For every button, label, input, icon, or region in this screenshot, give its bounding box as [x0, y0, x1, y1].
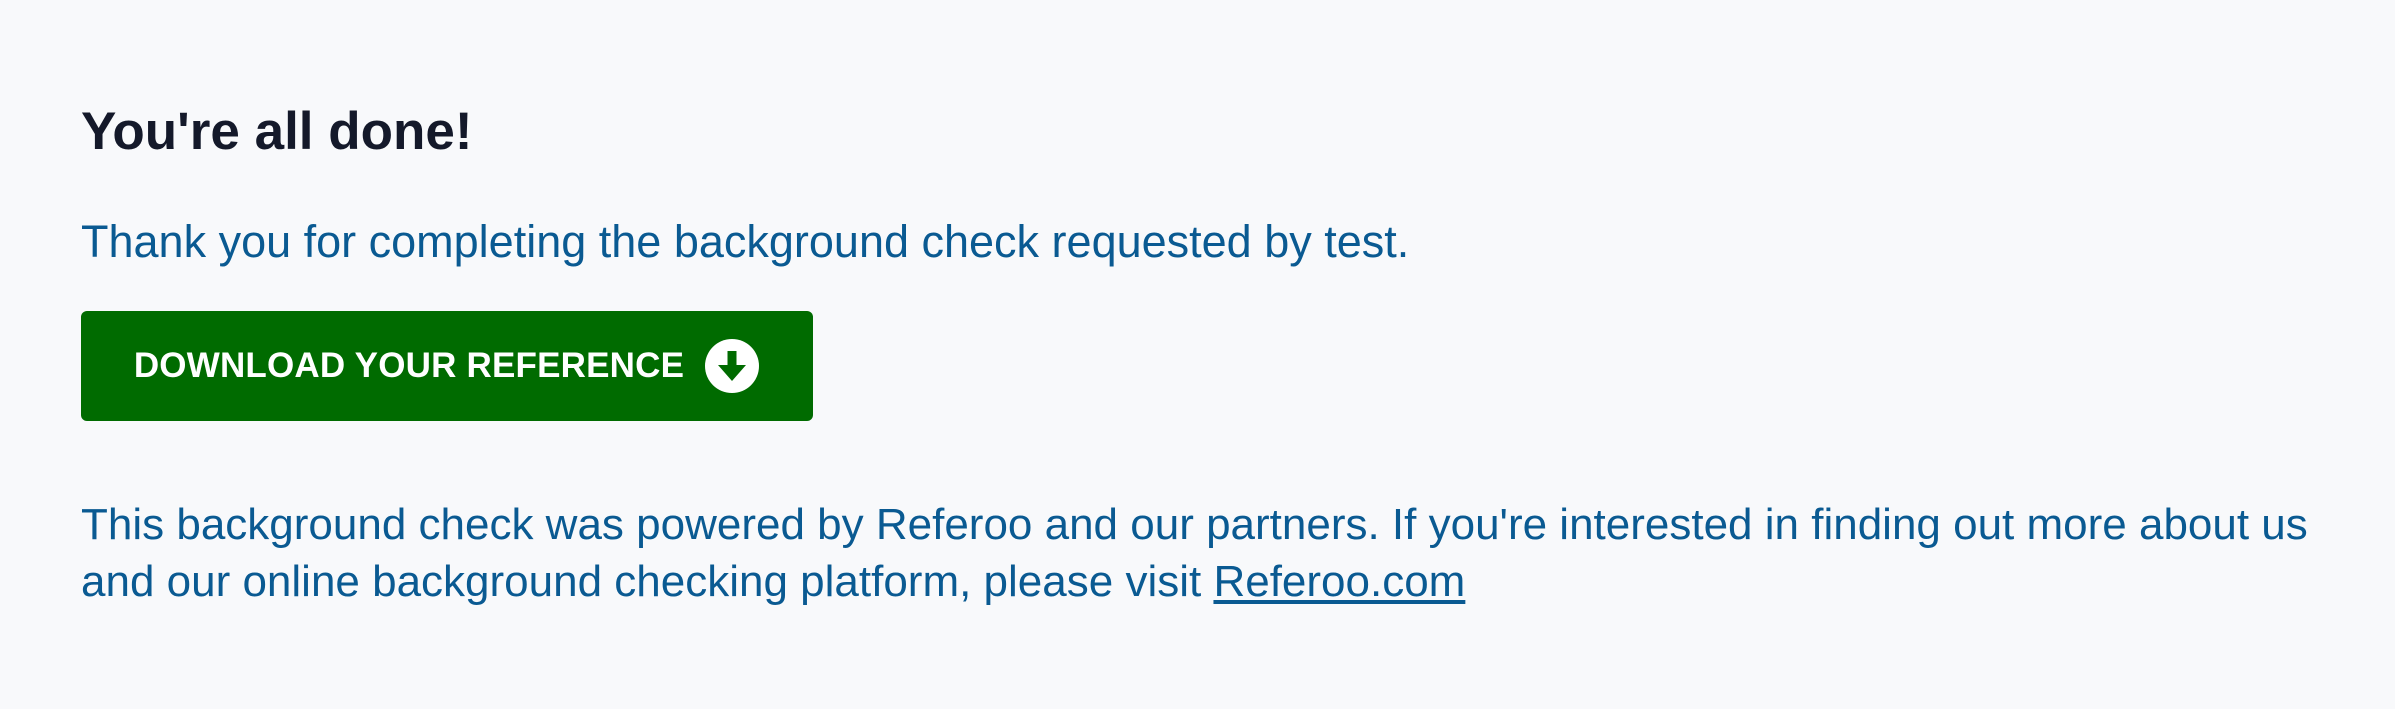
- completion-page: You're all done! Thank you for completin…: [0, 0, 2395, 709]
- referoo-link[interactable]: Referoo.com: [1213, 557, 1465, 606]
- download-reference-button[interactable]: DOWNLOAD YOUR REFERENCE: [81, 311, 813, 421]
- download-reference-button-label: DOWNLOAD YOUR REFERENCE: [133, 346, 685, 385]
- page-title: You're all done!: [81, 102, 473, 161]
- arrow-down-circle-icon: [704, 338, 760, 394]
- powered-by-message: This background check was powered by Ref…: [81, 496, 2371, 610]
- powered-by-text: This background check was powered by Ref…: [81, 500, 2308, 606]
- thank-you-message: Thank you for completing the background …: [81, 216, 1410, 267]
